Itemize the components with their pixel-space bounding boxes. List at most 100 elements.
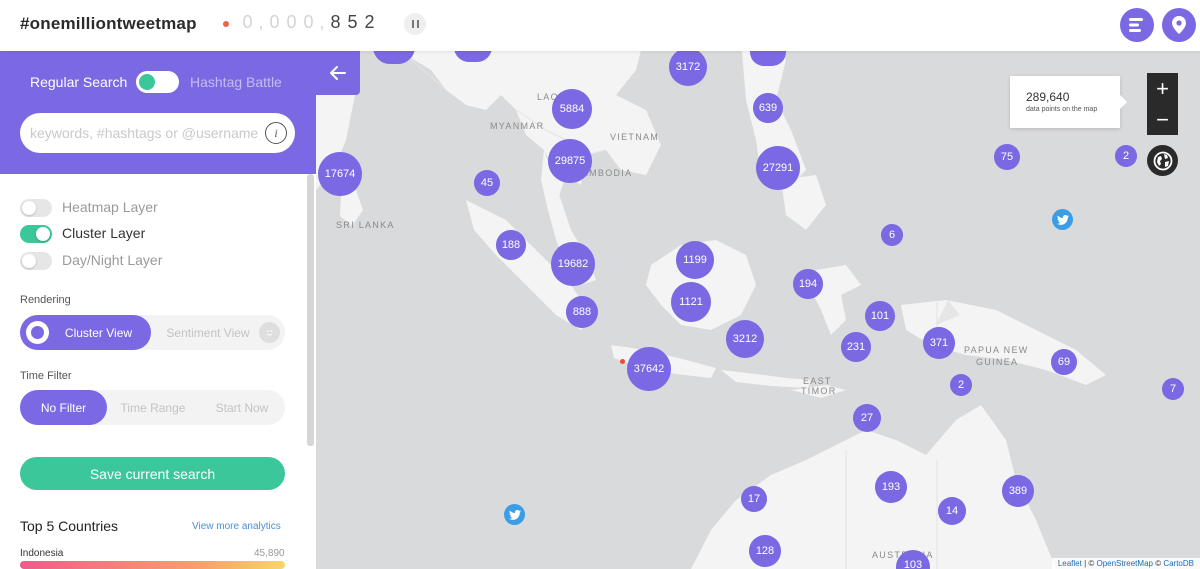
list-icon xyxy=(1129,18,1143,32)
smiley-icon xyxy=(259,322,280,343)
cluster-marker[interactable]: 194 xyxy=(793,269,823,299)
heatmap-layer-toggle[interactable] xyxy=(20,199,52,217)
collapse-sidebar-button[interactable] xyxy=(316,51,360,95)
cluster-count: 69 xyxy=(1051,349,1077,375)
cluster-marker[interactable]: 37642 xyxy=(627,347,671,391)
sentiment-view-label: Sentiment View xyxy=(166,325,250,340)
regular-search-label[interactable]: Regular Search xyxy=(30,74,127,90)
cluster-marker[interactable]: 69 xyxy=(1051,349,1077,375)
cluster-layer-toggle[interactable] xyxy=(20,225,52,243)
country-name: Indonesia xyxy=(20,548,64,559)
cluster-marker[interactable]: 639 xyxy=(753,93,783,123)
cluster-marker[interactable]: 3212 xyxy=(726,320,764,358)
cluster-view-option[interactable]: Cluster View xyxy=(20,315,151,350)
day-night-layer-toggle[interactable] xyxy=(20,252,52,270)
tweet-map[interactable]: MYANMAR LAOS VIETNAM CAMBODIA SRI LANKA … xyxy=(316,0,1200,569)
tweet-marker[interactable] xyxy=(1052,209,1073,230)
zoom-in-button[interactable]: + xyxy=(1147,73,1178,104)
pause-icon xyxy=(416,20,419,28)
cluster-marker[interactable]: 1199 xyxy=(676,241,714,279)
cluster-count: 231 xyxy=(841,332,871,362)
cluster-count: 27291 xyxy=(756,146,800,190)
cluster-marker[interactable]: 27 xyxy=(853,404,881,432)
twitter-bird-icon xyxy=(508,509,521,520)
cluster-count: 45 xyxy=(474,170,500,196)
leaflet-link[interactable]: Leaflet xyxy=(1058,559,1082,568)
time-range-option[interactable]: Time Range xyxy=(107,390,199,425)
cluster-marker[interactable]: 1121 xyxy=(671,282,711,322)
location-dot[interactable] xyxy=(620,359,625,364)
cluster-marker[interactable]: 3172 xyxy=(669,48,707,86)
sentiment-view-option[interactable]: Sentiment View xyxy=(151,315,285,350)
cluster-count: 888 xyxy=(566,296,598,328)
cluster-count: 101 xyxy=(865,301,895,331)
live-indicator-dot xyxy=(223,21,229,27)
counter-digit: 0 xyxy=(286,12,297,32)
cluster-marker[interactable]: 101 xyxy=(865,301,895,331)
sidebar-scrollbar[interactable] xyxy=(307,174,314,446)
no-filter-option[interactable]: No Filter xyxy=(20,390,107,425)
counter-digit: 0 xyxy=(242,12,253,32)
rendering-selector: Cluster View Sentiment View xyxy=(20,315,285,350)
menu-button[interactable] xyxy=(1120,8,1154,42)
search-mode-toggle[interactable] xyxy=(136,71,179,93)
hashtag-battle-label[interactable]: Hashtag Battle xyxy=(190,74,282,90)
brand-title: #onemilliontweetmap xyxy=(20,14,197,33)
location-button[interactable] xyxy=(1162,8,1196,42)
cluster-marker[interactable]: 27291 xyxy=(756,146,800,190)
cluster-marker[interactable]: 128 xyxy=(749,535,781,567)
map-pin-icon xyxy=(1172,16,1186,34)
radio-dot-icon xyxy=(26,321,49,344)
pause-button[interactable] xyxy=(404,13,426,35)
cluster-count: 389 xyxy=(1002,475,1034,507)
zoom-control: + − xyxy=(1147,73,1178,135)
cluster-count: 19682 xyxy=(551,242,595,286)
cluster-marker[interactable]: 29875 xyxy=(548,139,592,183)
cluster-marker[interactable]: 193 xyxy=(875,471,907,503)
cluster-marker[interactable]: 17674 xyxy=(318,152,362,196)
osm-link[interactable]: OpenStreetMap xyxy=(1096,559,1152,568)
cluster-count: 17674 xyxy=(318,152,362,196)
cluster-marker[interactable]: 2 xyxy=(1115,145,1137,167)
cluster-marker[interactable]: 7 xyxy=(1162,378,1184,400)
day-night-layer-label: Day/Night Layer xyxy=(62,252,163,268)
search-input[interactable] xyxy=(30,123,262,143)
cluster-marker[interactable]: 888 xyxy=(566,296,598,328)
zoom-out-button[interactable]: − xyxy=(1147,104,1178,135)
cluster-marker[interactable]: 14 xyxy=(938,497,966,525)
cluster-marker[interactable]: 19682 xyxy=(551,242,595,286)
counter-digit: 0 xyxy=(269,12,280,32)
country-label: SRI LANKA xyxy=(336,220,395,230)
save-search-button[interactable]: Save current search xyxy=(20,457,285,490)
view-analytics-link[interactable]: View more analytics xyxy=(192,521,281,532)
globe-icon xyxy=(1153,151,1172,170)
cluster-count: 1121 xyxy=(671,282,711,322)
cluster-marker[interactable]: 371 xyxy=(923,327,955,359)
cluster-marker[interactable]: 2 xyxy=(950,374,972,396)
toggle-knob xyxy=(22,201,36,215)
data-points-count: 289,640 xyxy=(1026,90,1070,104)
top-countries-title: Top 5 Countries xyxy=(20,518,119,534)
cluster-count: 639 xyxy=(753,93,783,123)
counter-digit: 5 xyxy=(347,12,358,32)
cluster-marker[interactable]: 17 xyxy=(741,486,767,512)
cluster-marker[interactable]: 231 xyxy=(841,332,871,362)
cartodb-link[interactable]: CartoDB xyxy=(1163,559,1194,568)
cluster-marker[interactable]: 75 xyxy=(994,144,1020,170)
cluster-count: 193 xyxy=(875,471,907,503)
tweet-counter: 0 , 0 0 0 , 8 5 2 xyxy=(239,12,378,33)
globe-button[interactable] xyxy=(1147,145,1178,176)
cluster-marker[interactable]: 5884 xyxy=(552,89,592,129)
country-label: EAST xyxy=(803,376,832,386)
cluster-view-label: Cluster View xyxy=(64,325,133,340)
cluster-marker[interactable]: 389 xyxy=(1002,475,1034,507)
cluster-marker[interactable]: 188 xyxy=(496,230,526,260)
cluster-marker[interactable]: 6 xyxy=(881,224,903,246)
time-filter-selector: No Filter Time Range Start Now xyxy=(20,390,285,425)
tweet-marker[interactable] xyxy=(504,504,525,525)
cluster-count: 75 xyxy=(994,144,1020,170)
cluster-marker[interactable]: 45 xyxy=(474,170,500,196)
info-icon[interactable]: i xyxy=(265,122,287,144)
start-now-option[interactable]: Start Now xyxy=(199,390,285,425)
cluster-count: 1199 xyxy=(676,241,714,279)
